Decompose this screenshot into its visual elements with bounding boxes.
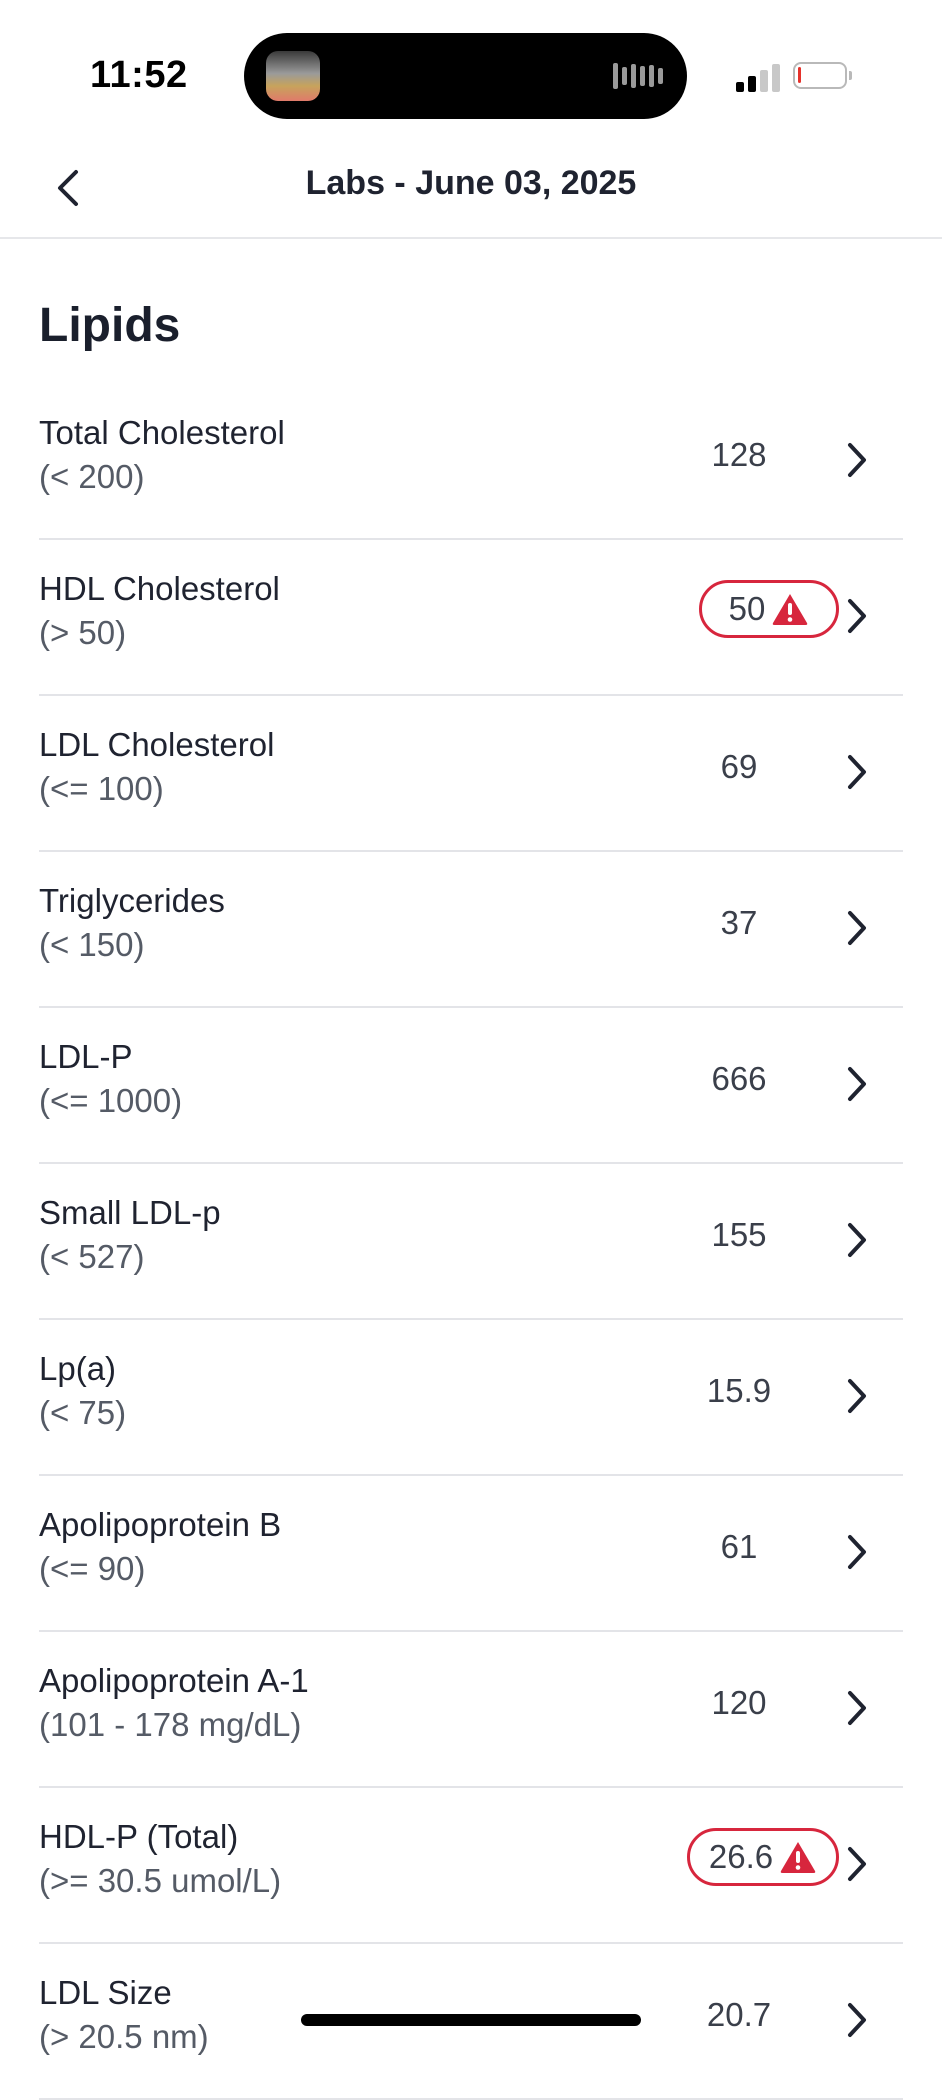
reference-range: (< 200) bbox=[39, 458, 145, 495]
chevron-right-icon bbox=[848, 443, 866, 477]
result-value: 128 bbox=[711, 436, 767, 473]
row-chevron[interactable] bbox=[842, 906, 872, 950]
row-chevron[interactable] bbox=[842, 438, 872, 482]
page-title: Labs - June 03, 2025 bbox=[305, 164, 637, 202]
row-chevron[interactable] bbox=[842, 1530, 872, 1574]
result-value: 69 bbox=[720, 748, 758, 785]
lab-result-row[interactable]: Total Cholesterol (< 200) 128 bbox=[39, 384, 903, 540]
test-name: LDL Size bbox=[39, 1974, 172, 2011]
reference-range: (< 150) bbox=[39, 926, 145, 963]
row-chevron[interactable] bbox=[842, 1686, 872, 1730]
result-value: 666 bbox=[711, 1060, 767, 1097]
warning-icon bbox=[780, 1842, 816, 1873]
dynamic-island bbox=[244, 33, 687, 119]
flagged-value-badge: 50 bbox=[699, 580, 839, 638]
battery-icon bbox=[793, 62, 852, 89]
test-name: HDL-P (Total) bbox=[39, 1818, 239, 1855]
flagged-value-badge: 26.6 bbox=[687, 1828, 839, 1886]
chevron-right-icon bbox=[848, 1691, 866, 1725]
lab-results-list: Total Cholesterol (< 200) 128 HDL Cholester… bbox=[39, 384, 903, 2100]
result-value: 155 bbox=[711, 1216, 767, 1253]
result-value: 15.9 bbox=[706, 1372, 772, 1409]
result-value: 26.6 bbox=[708, 1838, 774, 1875]
reference-range: (<= 100) bbox=[39, 770, 164, 807]
test-name: Apolipoprotein B bbox=[39, 1506, 282, 1543]
cellular-signal-icon bbox=[736, 60, 780, 92]
test-name: Apolipoprotein A-1 bbox=[39, 1662, 309, 1699]
result-value: 50 bbox=[728, 590, 766, 627]
row-chevron[interactable] bbox=[842, 1998, 872, 2042]
lab-result-row[interactable]: LDL Cholesterol (<= 100) 69 bbox=[39, 696, 903, 852]
reference-range: (>= 30.5 umol/L) bbox=[39, 1862, 282, 1899]
chevron-right-icon bbox=[848, 1067, 866, 1101]
row-chevron[interactable] bbox=[842, 1062, 872, 1106]
now-playing-artwork-icon bbox=[266, 51, 320, 101]
test-name: LDL-P bbox=[39, 1038, 133, 1075]
lab-result-row[interactable]: Apolipoprotein A-1 (101 - 178 mg/dL) 120 bbox=[39, 1632, 903, 1788]
chevron-right-icon bbox=[848, 1223, 866, 1257]
reference-range: (<= 1000) bbox=[39, 1082, 183, 1119]
test-name: Total Cholesterol bbox=[39, 414, 285, 451]
reference-range: (> 50) bbox=[39, 614, 127, 651]
result-value: 61 bbox=[720, 1528, 758, 1565]
test-name: LDL Cholesterol bbox=[39, 726, 275, 763]
result-value: 37 bbox=[720, 904, 758, 941]
chevron-right-icon bbox=[848, 755, 866, 789]
reference-range: (> 20.5 nm) bbox=[39, 2018, 209, 2055]
chevron-right-icon bbox=[848, 1847, 866, 1881]
nav-header: Labs - June 03, 2025 bbox=[0, 140, 942, 239]
chevron-right-icon bbox=[848, 1535, 866, 1569]
chevron-right-icon bbox=[848, 1379, 866, 1413]
lab-result-row[interactable]: HDL-P (Total) (>= 30.5 umol/L) 26.6 bbox=[39, 1788, 903, 1944]
lab-result-row[interactable]: LDL-P (<= 1000) 666 bbox=[39, 1008, 903, 1164]
lab-result-row[interactable]: HDL Cholesterol (> 50) 50 bbox=[39, 540, 903, 696]
warning-icon bbox=[773, 594, 808, 625]
reference-range: (< 527) bbox=[39, 1238, 145, 1275]
row-chevron[interactable] bbox=[842, 1374, 872, 1418]
status-bar: 11:52 bbox=[0, 0, 942, 140]
test-name: HDL Cholesterol bbox=[39, 570, 280, 607]
reference-range: (<= 90) bbox=[39, 1550, 146, 1587]
row-chevron[interactable] bbox=[842, 594, 872, 638]
lab-result-row[interactable]: Apolipoprotein B (<= 90) 61 bbox=[39, 1476, 903, 1632]
lab-result-row[interactable]: Triglycerides (< 150) 37 bbox=[39, 852, 903, 1008]
reference-range: (101 - 178 mg/dL) bbox=[39, 1706, 302, 1743]
row-chevron[interactable] bbox=[842, 750, 872, 794]
reference-range: (< 75) bbox=[39, 1394, 127, 1431]
result-value: 20.7 bbox=[706, 1996, 772, 2033]
row-chevron[interactable] bbox=[842, 1842, 872, 1886]
test-name: Triglycerides bbox=[39, 882, 225, 919]
test-name: Small LDL-p bbox=[39, 1194, 221, 1231]
section-title: Lipids bbox=[39, 299, 181, 352]
chevron-right-icon bbox=[848, 2003, 866, 2037]
result-value: 120 bbox=[711, 1684, 767, 1721]
lab-result-row[interactable]: Small LDL-p (< 527) 155 bbox=[39, 1164, 903, 1320]
chevron-right-icon bbox=[848, 599, 866, 633]
status-time: 11:52 bbox=[90, 54, 188, 96]
home-indicator[interactable] bbox=[301, 2014, 641, 2026]
row-chevron[interactable] bbox=[842, 1218, 872, 1262]
lab-result-row[interactable]: Lp(a) (< 75) 15.9 bbox=[39, 1320, 903, 1476]
chevron-right-icon bbox=[848, 911, 866, 945]
audio-waveform-icon bbox=[613, 61, 665, 91]
test-name: Lp(a) bbox=[39, 1350, 117, 1387]
